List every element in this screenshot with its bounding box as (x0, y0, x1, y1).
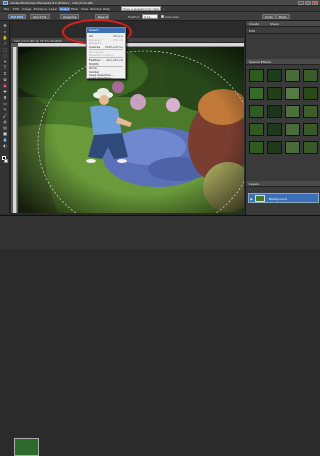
tool-palette: ✥ ⌕ ✋ ⁄ ⬚ ◌ ✦ T ⌗ ✿ ● ✚ ♜ ▭ ✎ 🖌 ◍ ▤ ■ 💧 … (0, 21, 10, 214)
effect-thumbnail[interactable] (267, 105, 282, 118)
sponge-tool-icon[interactable]: ◐ (2, 144, 8, 148)
effect-thumbnail[interactable] (303, 141, 318, 154)
tab-create[interactable]: Create (249, 22, 259, 26)
anti-alias-label: Anti-alias (165, 15, 179, 19)
lasso-tool-icon[interactable]: ◌ (2, 54, 8, 58)
minimize-button[interactable]: _ (298, 1, 304, 5)
menu-help[interactable]: Help (103, 7, 110, 11)
effect-thumbnail[interactable] (303, 123, 318, 136)
window-title: Adobe Photoshop Elements 6.0 (Editor) - … (10, 1, 93, 5)
menu-edit[interactable]: Edit (13, 7, 19, 11)
effect-thumbnail[interactable] (285, 105, 300, 118)
tab-share[interactable]: Share (270, 22, 279, 26)
menu-item-deselect-shortcut: Ctrl+D (112, 37, 123, 42)
edit-section-header: Edit (246, 28, 320, 34)
menu-layer[interactable]: Layer (49, 7, 57, 11)
eyedropper-icon[interactable]: ⁄ (2, 42, 8, 46)
panel-tabs: Create Share (246, 21, 320, 27)
organize-button[interactable]: Organize (60, 14, 80, 19)
effects-thumbnail-grid (249, 69, 319, 162)
menu-window[interactable]: Window (90, 7, 102, 11)
clone-stamp-icon[interactable]: ♜ (2, 96, 8, 100)
menu-item-feather-shortcut: Alt+Ctrl+D (106, 58, 123, 62)
brush-tool-icon[interactable]: 🖌 (2, 114, 8, 118)
search-icon[interactable]: ⌕ (163, 7, 165, 11)
layer-name: Background (269, 197, 287, 201)
effect-thumbnail[interactable] (285, 69, 300, 82)
project-bin (0, 215, 320, 456)
background-color-swatch[interactable] (4, 159, 8, 163)
select-menu-dropdown: Select All Ctrl+A Deselect Ctrl+D Resele… (86, 27, 126, 80)
canvas-photo[interactable] (18, 47, 244, 213)
effect-thumbnail[interactable] (249, 69, 264, 82)
edit-label: Edit (249, 29, 255, 33)
redo-button[interactable]: Redo (276, 14, 290, 19)
red-eye-tool-icon[interactable]: ● (2, 84, 8, 88)
quick-fix-button[interactable]: Quick Fix (30, 14, 50, 19)
menu-view[interactable]: View (81, 7, 88, 11)
type-tool-icon[interactable]: T (2, 66, 8, 70)
project-bin-thumbnail[interactable] (14, 438, 39, 456)
undo-button[interactable]: Undo (262, 14, 276, 19)
app-icon (3, 1, 8, 5)
effect-thumbnail[interactable] (249, 123, 264, 136)
move-tool-icon[interactable]: ✥ (2, 24, 8, 28)
effect-thumbnail[interactable] (285, 123, 300, 136)
help-search-input[interactable]: Type a question for help (121, 6, 161, 11)
effect-thumbnail[interactable] (267, 123, 282, 136)
vertical-ruler (13, 47, 17, 213)
effect-thumbnail[interactable] (303, 105, 318, 118)
magic-wand-icon[interactable]: ✦ (2, 60, 8, 64)
full-edit-button[interactable]: Full Edit (8, 14, 26, 19)
hand-tool-icon[interactable]: ✋ (2, 36, 8, 40)
feather-label: Feather: (128, 15, 141, 19)
effect-thumbnail[interactable] (285, 141, 300, 154)
menu-file[interactable]: File (4, 7, 9, 11)
effect-thumbnail[interactable] (249, 141, 264, 154)
eye-icon[interactable]: ◉ (250, 197, 253, 201)
effect-thumbnail[interactable] (267, 141, 282, 154)
options-bar: Full Edit Quick Fix Organize New Selecti… (0, 12, 320, 21)
maximize-button[interactable]: □ (305, 1, 311, 5)
effects-panel-title: Special Effects (249, 60, 271, 64)
feather-input[interactable]: 0 px (142, 14, 158, 19)
healing-brush-icon[interactable]: ✚ (2, 90, 8, 94)
effect-thumbnail[interactable] (267, 87, 282, 100)
close-button[interactable]: × (312, 1, 318, 5)
layer-thumbnail (255, 195, 265, 202)
effect-thumbnail[interactable] (303, 87, 318, 100)
gradient-tool-icon[interactable]: ▤ (2, 126, 8, 130)
right-panel-bin: Create Share Edit Special Effects Layers… (245, 21, 320, 215)
crop-tool-icon[interactable]: ⌗ (2, 72, 8, 76)
layers-panel-title: Layers (249, 182, 259, 186)
layers-panel-header[interactable]: Layers (246, 181, 320, 187)
menu-filter[interactable]: Filter (71, 7, 78, 11)
blur-tool-icon[interactable]: 💧 (2, 138, 8, 142)
menu-item-load-selection[interactable]: Load Selection... (89, 76, 114, 80)
zoom-tool-icon[interactable]: ⌕ (2, 30, 8, 34)
effect-thumbnail[interactable] (249, 87, 264, 100)
effect-thumbnail[interactable] (303, 69, 318, 82)
effect-thumbnail[interactable] (285, 87, 300, 100)
paint-bucket-icon[interactable]: ◍ (2, 120, 8, 124)
effect-thumbnail[interactable] (267, 69, 282, 82)
garden-photo (18, 47, 244, 213)
select-menu-header: Select (87, 28, 125, 33)
pencil-tool-icon[interactable]: ✎ (2, 108, 8, 112)
layer-row-background[interactable]: ◉ Background (248, 193, 319, 203)
effect-thumbnail[interactable] (249, 105, 264, 118)
effects-panel-header[interactable]: Special Effects (246, 59, 320, 65)
shape-tool-icon[interactable]: ■ (2, 132, 8, 136)
menu-enhance[interactable]: Enhance (34, 7, 47, 11)
marquee-tool-icon[interactable]: ⬚ (2, 48, 8, 52)
menu-select[interactable]: Select (59, 7, 71, 11)
cookie-cutter-icon[interactable]: ✿ (2, 78, 8, 82)
anti-alias-checkbox[interactable] (161, 15, 164, 18)
eraser-tool-icon[interactable]: ▭ (2, 102, 8, 106)
menu-image[interactable]: Image (22, 7, 31, 11)
